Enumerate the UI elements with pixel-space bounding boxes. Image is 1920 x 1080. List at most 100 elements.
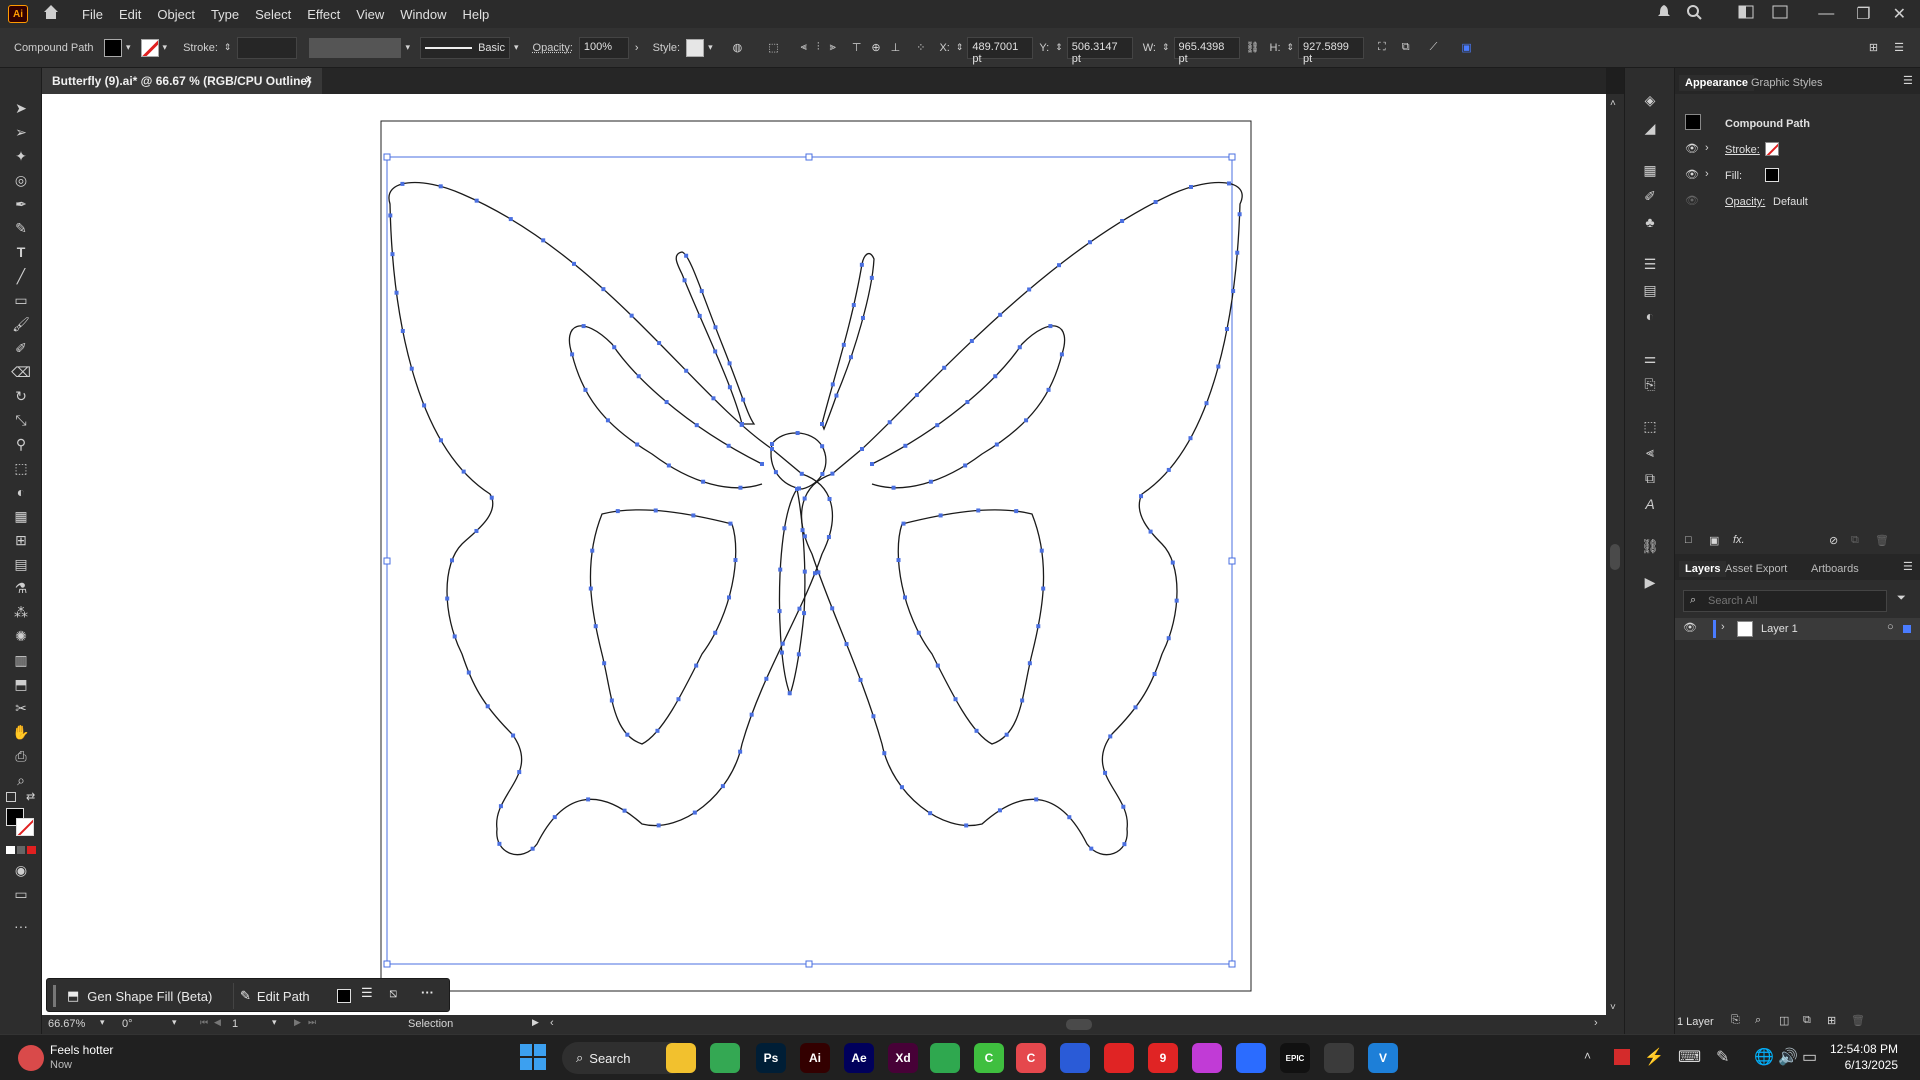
anchor-point[interactable]	[609, 698, 614, 703]
anchor-point[interactable]	[834, 393, 839, 398]
rotation-dropdown-icon[interactable]: ▾	[172, 1017, 177, 1028]
anchor-point[interactable]	[1170, 560, 1175, 565]
actions-icon[interactable]: ▶	[1639, 572, 1661, 592]
anchor-point[interactable]	[657, 341, 662, 346]
app-9-icon[interactable]: 9	[1148, 1043, 1178, 1073]
prev-artboard-icon[interactable]: ◀	[214, 1017, 221, 1028]
app-bolt-icon[interactable]	[1236, 1043, 1266, 1073]
screen-mode-icon[interactable]: ▭	[10, 884, 32, 904]
anchor-point[interactable]	[655, 728, 660, 733]
anchor-point[interactable]	[691, 513, 696, 518]
horizontal-scroll-thumb[interactable]	[1066, 1019, 1092, 1030]
collect-export-icon[interactable]: ⎘	[1731, 1014, 1740, 1027]
tray-network-icon[interactable]: 🌐	[1754, 1047, 1774, 1067]
anchor-point[interactable]	[1036, 624, 1041, 629]
menu-help[interactable]: Help	[454, 7, 497, 22]
swatches-icon[interactable]: ▦	[1639, 160, 1661, 180]
anchor-point[interactable]	[625, 732, 630, 737]
app-active-icon[interactable]	[1324, 1043, 1354, 1073]
anchor-point[interactable]	[1226, 181, 1231, 186]
anchor-point[interactable]	[517, 770, 522, 775]
anchor-point[interactable]	[830, 382, 835, 387]
anchor-point[interactable]	[997, 808, 1002, 813]
anchor-point[interactable]	[622, 808, 627, 813]
zoom-level[interactable]: 66.67%	[48, 1018, 85, 1030]
anchor-point[interactable]	[692, 810, 697, 815]
anchor-point[interactable]	[820, 422, 824, 426]
selection-tool-icon[interactable]: ➤	[10, 98, 32, 118]
rotate-tool-icon[interactable]: ↻	[10, 386, 32, 406]
anchor-point[interactable]	[882, 751, 887, 756]
anchor-point[interactable]	[976, 508, 981, 513]
menu-object[interactable]: Object	[149, 7, 203, 22]
fill-row-label[interactable]: Fill:	[1725, 170, 1742, 182]
rectangle-tool-icon[interactable]: ▭	[10, 290, 32, 310]
anchor-point[interactable]	[998, 312, 1003, 317]
anchor-point[interactable]	[994, 442, 999, 447]
properties-panel-icon[interactable]: ◢	[1639, 118, 1661, 138]
anchor-point[interactable]	[508, 217, 513, 222]
xd-icon[interactable]: Xd	[888, 1043, 918, 1073]
layers-filter-icon[interactable]: ⏷	[1897, 592, 1906, 605]
anchor-point[interactable]	[394, 290, 399, 295]
default-colors-icon[interactable]	[6, 792, 16, 802]
properties-icon[interactable]: ▣	[1461, 41, 1471, 54]
blend-tool-icon[interactable]: ⁂	[10, 602, 32, 622]
anchor-point[interactable]	[860, 447, 864, 451]
anchor-point[interactable]	[1046, 387, 1051, 392]
recolor-icon[interactable]: ◍	[733, 41, 743, 54]
anchor-point[interactable]	[1224, 327, 1229, 332]
anchor-point[interactable]	[1108, 734, 1113, 739]
libraries-icon[interactable]: ◈	[1639, 90, 1661, 110]
illustrator-icon[interactable]: Ai	[800, 1043, 830, 1073]
new-layer-icon[interactable]: ⊞	[1827, 1014, 1836, 1027]
anchor-point[interactable]	[964, 823, 969, 828]
perspective-grid-icon[interactable]: ▦	[10, 506, 32, 526]
anchor-point[interactable]	[612, 345, 617, 350]
anchor-point[interactable]	[993, 374, 998, 379]
layer-selection-indicator[interactable]	[1903, 625, 1911, 633]
anchor-point[interactable]	[684, 368, 689, 373]
anchor-point[interactable]	[586, 797, 591, 802]
anchor-point[interactable]	[770, 442, 774, 446]
anchor-point[interactable]	[461, 469, 466, 474]
anchor-point[interactable]	[953, 697, 958, 702]
align-middle-icon[interactable]: ⊕	[871, 41, 880, 54]
anchor-point[interactable]	[942, 365, 947, 370]
file-explorer-icon[interactable]	[666, 1043, 696, 1073]
brushes-icon[interactable]: ✐	[1639, 186, 1661, 206]
anchor-point[interactable]	[656, 823, 661, 828]
rotation-value[interactable]: 0°	[122, 1018, 133, 1030]
clock-time[interactable]: 12:54:08 PM	[1822, 1042, 1898, 1056]
anchor-point[interactable]	[466, 670, 471, 675]
anchor-point[interactable]	[511, 733, 516, 738]
anchor-point[interactable]	[1133, 705, 1138, 710]
anchor-point[interactable]	[779, 650, 784, 655]
anchor-point[interactable]	[602, 661, 607, 666]
gradient-tool-icon[interactable]: ▤	[10, 554, 32, 574]
app-c-red-icon[interactable]: C	[1016, 1043, 1046, 1073]
anchor-point[interactable]	[438, 438, 443, 443]
app-red-icon[interactable]	[1104, 1043, 1134, 1073]
tray-overflow-icon[interactable]: ˄	[1584, 1049, 1591, 1063]
anchor-point[interactable]	[1188, 184, 1193, 189]
close-button[interactable]: ✕	[1893, 4, 1906, 24]
x-stepper-icon[interactable]: ⇕	[956, 42, 964, 53]
anchor-point[interactable]	[452, 634, 457, 639]
close-tab-icon[interactable]: ×	[305, 73, 312, 87]
anchor-point[interactable]	[802, 569, 807, 574]
anchor-point[interactable]	[701, 479, 706, 484]
anchor-point[interactable]	[1017, 345, 1022, 350]
h-field[interactable]: 927.5899 pt	[1298, 36, 1365, 65]
stroke-row-label[interactable]: Stroke:	[1725, 144, 1760, 156]
anchor-point[interactable]	[593, 624, 598, 629]
variable-width-profile[interactable]	[309, 37, 402, 58]
export-icon[interactable]: ⎘	[1639, 374, 1661, 394]
transparency-icon[interactable]: ◐	[1639, 306, 1661, 326]
anchor-point[interactable]	[390, 252, 395, 257]
anchor-point[interactable]	[816, 570, 821, 575]
isolate-icon[interactable]: ⛶	[1378, 41, 1386, 54]
hand-tool-icon[interactable]: ✋	[10, 722, 32, 742]
anchor-point[interactable]	[1166, 636, 1171, 641]
anchor-point[interactable]	[820, 444, 825, 449]
